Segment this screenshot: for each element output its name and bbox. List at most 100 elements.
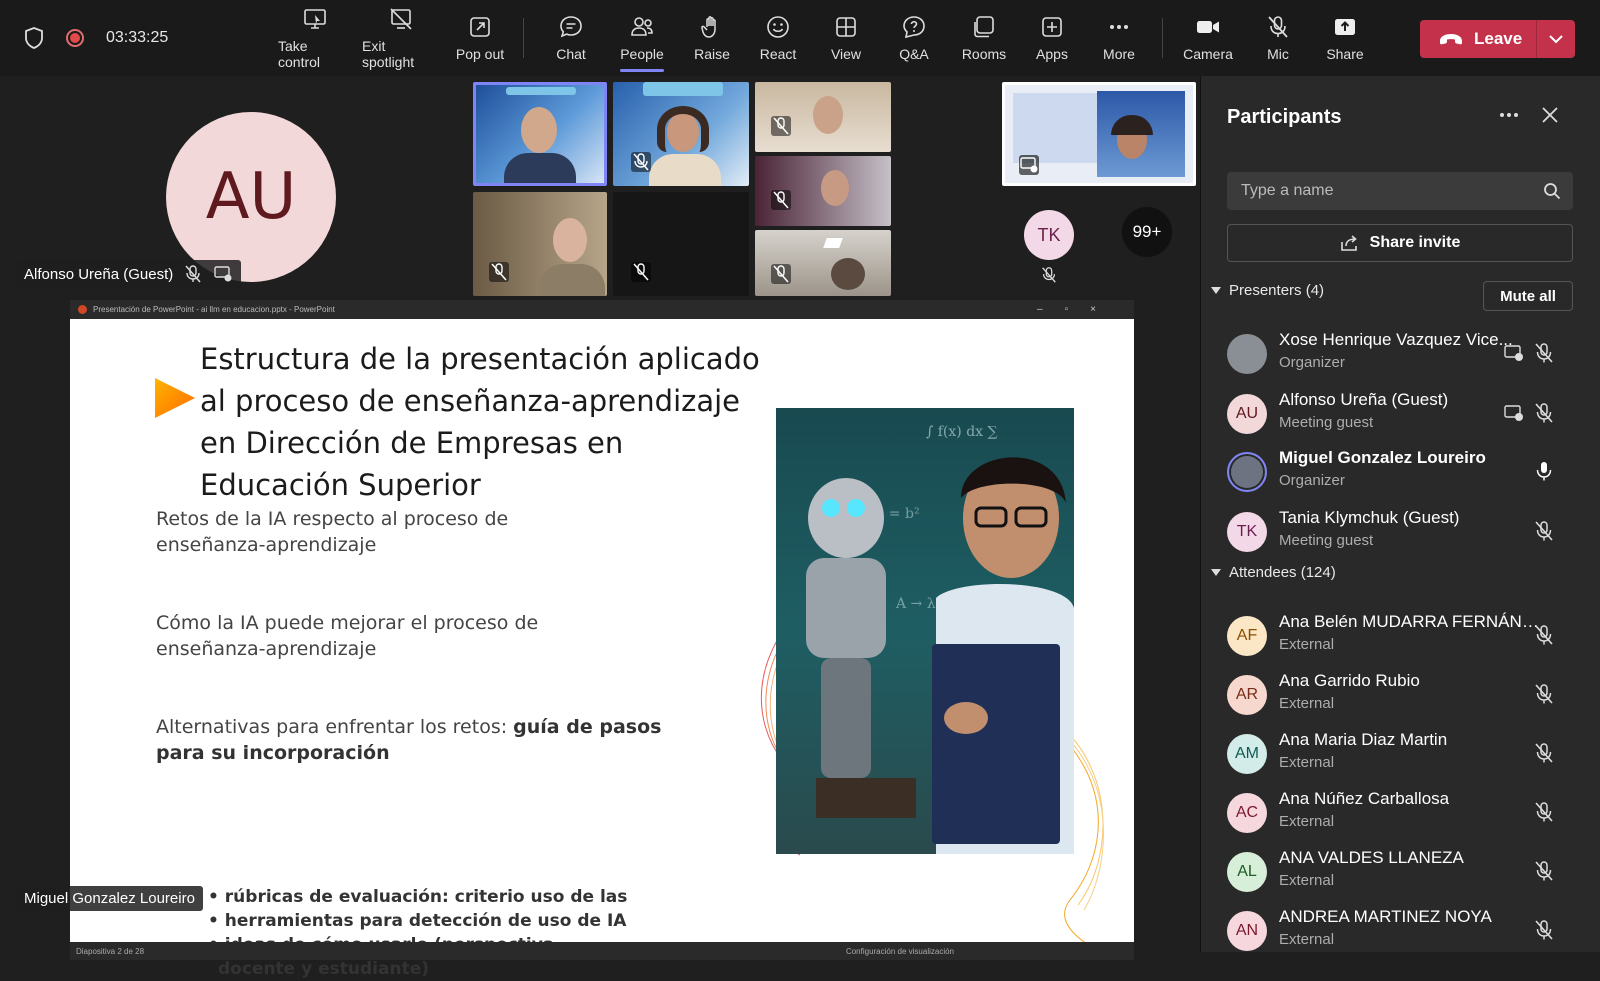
video-tile-speaker[interactable] bbox=[473, 82, 607, 186]
participant-row[interactable]: Xose Henrique Vazquez Vice... Organizer bbox=[1227, 328, 1587, 378]
slide-point-text: Alternativas para enfrentar los retos: bbox=[156, 716, 514, 738]
close-icon[interactable] bbox=[1541, 106, 1559, 124]
pop-out-button[interactable]: Pop out bbox=[452, 0, 508, 76]
chat-button[interactable]: Chat bbox=[546, 0, 596, 76]
video-tile[interactable] bbox=[755, 82, 891, 152]
raise-hand-button[interactable]: Raise bbox=[686, 0, 738, 76]
mic-muted-icon[interactable] bbox=[1533, 860, 1555, 882]
question-bubble-icon bbox=[903, 16, 925, 39]
avatar: AC bbox=[1227, 793, 1267, 833]
camera-button[interactable]: Camera bbox=[1180, 0, 1236, 76]
participant-role: External bbox=[1279, 931, 1335, 948]
mic-muted-icon bbox=[771, 264, 791, 284]
leave-options-button[interactable] bbox=[1537, 34, 1575, 44]
video-tile[interactable] bbox=[473, 192, 607, 296]
slide-point: Retos de la IA respecto al proceso de en… bbox=[156, 508, 509, 556]
participant-row[interactable]: AC Ana Núñez Carballosa External bbox=[1227, 787, 1587, 837]
toolbar-divider bbox=[1162, 18, 1163, 58]
participant-row[interactable]: AN ANDREA MARTINEZ NOYA External bbox=[1227, 905, 1587, 955]
avatar[interactable]: TK bbox=[1024, 210, 1074, 260]
mute-all-button[interactable]: Mute all bbox=[1483, 281, 1573, 311]
avatar: AU bbox=[1227, 394, 1267, 434]
mic-muted-icon bbox=[489, 262, 509, 282]
participant-role: External bbox=[1279, 872, 1335, 889]
screen-share-icon bbox=[214, 266, 232, 282]
person-face bbox=[521, 107, 557, 153]
mic-muted-icon[interactable] bbox=[1533, 683, 1555, 705]
participant-row[interactable]: Miguel Gonzalez Loureiro Organizer bbox=[1227, 446, 1587, 496]
mic-muted-icon[interactable] bbox=[1533, 742, 1555, 764]
view-button[interactable]: View bbox=[822, 0, 870, 76]
leave-main-button[interactable]: Leave bbox=[1420, 20, 1537, 58]
participant-row[interactable]: AU Alfonso Ureña (Guest) Meeting guest bbox=[1227, 388, 1587, 438]
exit-spotlight-button[interactable]: Exit spotlight bbox=[362, 0, 440, 76]
share-tray-icon bbox=[1335, 19, 1355, 35]
mic-muted-icon[interactable] bbox=[1533, 342, 1555, 364]
video-tile-empty[interactable] bbox=[613, 192, 749, 296]
share-label: Share bbox=[1326, 46, 1364, 62]
participant-name-tag: Alfonso Ureña (Guest) bbox=[16, 260, 242, 288]
participant-row[interactable]: AM Ana Maria Diaz Martin External bbox=[1227, 728, 1587, 778]
section-header: Attendees (124) bbox=[1229, 564, 1336, 581]
take-control-label: Take control bbox=[278, 38, 321, 70]
share-icon bbox=[1340, 235, 1357, 251]
avatar: AU bbox=[166, 112, 336, 282]
mic-muted-icon bbox=[185, 265, 201, 283]
participant-name: Miguel Gonzalez Loureiro bbox=[1279, 448, 1486, 467]
mic-muted-icon[interactable] bbox=[1533, 624, 1555, 646]
mic-muted-icon bbox=[1268, 16, 1288, 38]
participants-panel: Participants Type a name Share invite Pr… bbox=[1200, 76, 1600, 952]
participant-tile-alfonso[interactable]: AU Alfonso Ureña (Guest) bbox=[8, 80, 478, 302]
mic-muted-icon[interactable] bbox=[1533, 919, 1555, 941]
mic-muted-icon[interactable] bbox=[1533, 520, 1555, 542]
react-button[interactable]: React bbox=[752, 0, 804, 76]
ppt-title-bar: Presentación de PowerPoint - ai llm en e… bbox=[70, 300, 1134, 319]
participant-role: External bbox=[1279, 813, 1335, 830]
overflow-participants-badge[interactable]: 99+ bbox=[1122, 207, 1172, 257]
participant-row[interactable]: TK Tania Klymchuk (Guest) Meeting guest bbox=[1227, 506, 1587, 556]
people-icon bbox=[631, 17, 653, 36]
slide-title: Estructura de la presentación aplicado a… bbox=[200, 342, 760, 502]
participant-row[interactable]: AL ANA VALDES LLANEZA External bbox=[1227, 846, 1587, 896]
participant-search-input[interactable]: Type a name bbox=[1227, 172, 1573, 210]
video-tile[interactable] bbox=[755, 156, 891, 226]
meeting-timer: 03:33:25 bbox=[106, 29, 169, 46]
bullet-item: • rúbricas de evaluación: criterio uso d… bbox=[208, 887, 628, 907]
mic-muted-icon bbox=[771, 116, 791, 136]
more-options-icon[interactable] bbox=[1499, 110, 1519, 120]
people-button[interactable]: People bbox=[612, 0, 672, 76]
person-hair bbox=[657, 106, 709, 152]
participant-role: Organizer bbox=[1279, 354, 1345, 371]
mic-muted-icon bbox=[771, 190, 791, 210]
avatar: AL bbox=[1227, 852, 1267, 892]
chevron-down-icon bbox=[1549, 35, 1563, 44]
participant-row[interactable]: AF Ana Belén MUDARRA FERNÁND... External bbox=[1227, 610, 1587, 660]
leave-button[interactable]: Leave bbox=[1420, 20, 1575, 58]
more-button[interactable]: More bbox=[1094, 0, 1144, 76]
more-dots-icon bbox=[1110, 25, 1128, 29]
apps-button[interactable]: Apps bbox=[1028, 0, 1076, 76]
video-tile-screen[interactable] bbox=[1002, 82, 1196, 186]
participant-name: ANA VALDES LLANEZA bbox=[1279, 848, 1464, 867]
rooms-button[interactable]: Rooms bbox=[956, 0, 1012, 76]
mic-icon[interactable] bbox=[1533, 460, 1555, 482]
video-tile[interactable] bbox=[613, 82, 749, 186]
play-triangle-icon bbox=[155, 378, 195, 418]
meeting-stage: AU Alfonso Ureña (Guest) TK 99+ Presenta… bbox=[0, 76, 1200, 979]
presenters-section-toggle[interactable]: Presenters (4) bbox=[1211, 282, 1324, 299]
share-invite-button[interactable]: Share invite bbox=[1227, 224, 1573, 262]
mic-button[interactable]: Mic bbox=[1256, 0, 1300, 76]
share-button[interactable]: Share bbox=[1320, 0, 1370, 76]
take-control-button[interactable]: Take control bbox=[278, 0, 352, 76]
display-settings[interactable]: Configuración de visualización bbox=[846, 947, 954, 956]
presenter-name: Miguel Gonzalez Loureiro bbox=[24, 890, 195, 907]
attendees-section-toggle[interactable]: Attendees (124) bbox=[1211, 564, 1336, 581]
banner-strip bbox=[506, 87, 576, 95]
panel-title: Participants bbox=[1227, 106, 1342, 128]
video-tile[interactable] bbox=[755, 230, 891, 296]
qa-button[interactable]: Q&A bbox=[890, 0, 938, 76]
participant-row[interactable]: AR Ana Garrido Rubio External bbox=[1227, 669, 1587, 719]
mic-muted-icon[interactable] bbox=[1533, 402, 1555, 424]
participant-name: Ana Núñez Carballosa bbox=[1279, 789, 1450, 808]
mic-muted-icon[interactable] bbox=[1533, 801, 1555, 823]
